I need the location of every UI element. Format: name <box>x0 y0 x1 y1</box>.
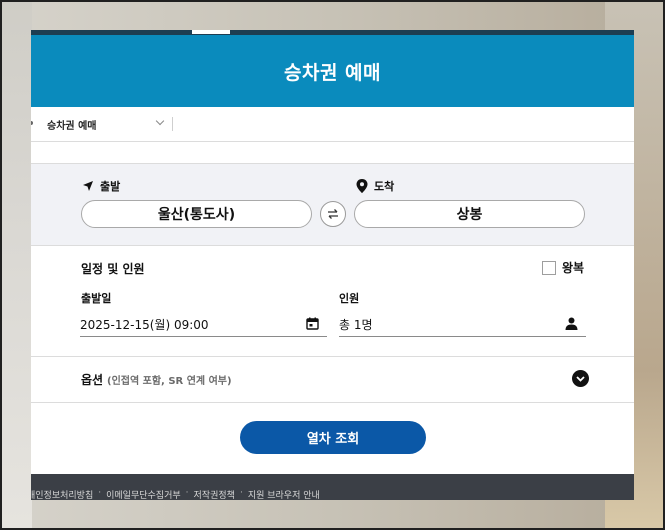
breadcrumb-current: 승차권 예매 <box>47 120 97 132</box>
departure-label-text: 출발 <box>100 180 121 193</box>
breadcrumb-divider <box>172 117 173 131</box>
arrival-label: 도착 <box>356 178 394 194</box>
footer-link-browser[interactable]: 지원 브라우저 안내 <box>248 488 320 500</box>
departure-date-field[interactable]: 2025-12-15(월) 09:00 <box>80 312 327 337</box>
options-expand-button[interactable] <box>572 370 589 387</box>
breadcrumb: 승차권 예매 <box>31 107 634 142</box>
swap-stations-button[interactable] <box>320 201 346 227</box>
departure-station-button[interactable]: 울산(통도사) <box>81 200 312 228</box>
footer-links: 개인정보처리방침 · 이메일무단수집거부 · 저작권정책 · 지원 브라우저 안… <box>31 488 320 500</box>
passengers-field[interactable]: 총 1명 <box>339 312 586 337</box>
footer: 개인정보처리방침 · 이메일무단수집거부 · 저작권정책 · 지원 브라우저 안… <box>31 474 634 500</box>
breadcrumb-dot <box>31 121 33 125</box>
swap-icon <box>328 209 338 219</box>
search-trains-button[interactable]: 열차 조회 <box>240 421 426 454</box>
passengers-label: 인원 <box>339 292 360 305</box>
roundtrip-toggle[interactable]: 왕복 <box>542 259 584 276</box>
location-pin-icon <box>356 179 368 193</box>
spacer-row <box>31 142 634 164</box>
ticket-booking-window: 승차권 예매 승차권 예매 출발 도착 울산(통도사) 상봉 일정 및 인원 왕… <box>31 30 634 500</box>
options-title: 옵션 <box>81 373 104 387</box>
footer-separator: · <box>98 488 102 498</box>
chevron-down-icon <box>576 375 585 382</box>
background-blur-left <box>0 0 32 530</box>
options-subtitle: (인접역 포함, SR 연계 여부) <box>107 376 232 387</box>
departure-label: 출발 <box>82 178 120 194</box>
roundtrip-checkbox[interactable] <box>542 260 556 275</box>
departure-date-value: 2025-12-15(월) 09:00 <box>80 317 209 332</box>
passengers-value: 총 1명 <box>339 317 373 332</box>
top-strip-active-tab <box>192 30 230 34</box>
schedule-title: 일정 및 인원 <box>81 262 145 276</box>
calendar-icon[interactable] <box>306 317 319 330</box>
footer-separator: · <box>185 488 189 498</box>
arrival-label-text: 도착 <box>374 180 395 193</box>
roundtrip-label: 왕복 <box>562 261 585 275</box>
footer-link-privacy[interactable]: 개인정보처리방침 <box>31 488 93 500</box>
person-icon[interactable] <box>565 317 578 330</box>
navigation-arrow-icon <box>83 181 93 191</box>
footer-separator: · <box>239 488 243 498</box>
page-header: 승차권 예매 <box>31 35 634 107</box>
footer-link-email[interactable]: 이메일무단수집거부 <box>106 488 181 500</box>
options-section[interactable]: 옵션 (인접역 포함, SR 연계 여부) <box>31 357 634 403</box>
arrival-station-button[interactable]: 상봉 <box>354 200 585 228</box>
breadcrumb-select[interactable]: 승차권 예매 <box>47 107 167 141</box>
footer-link-copyright[interactable]: 저작권정책 <box>194 488 235 500</box>
route-section: 출발 도착 울산(통도사) 상봉 <box>31 164 634 246</box>
schedule-section: 일정 및 인원 왕복 출발일 인원 2025-12-15(월) 09:00 총 … <box>31 246 634 357</box>
departure-date-label: 출발일 <box>81 292 112 305</box>
page-title: 승차권 예매 <box>283 61 381 84</box>
